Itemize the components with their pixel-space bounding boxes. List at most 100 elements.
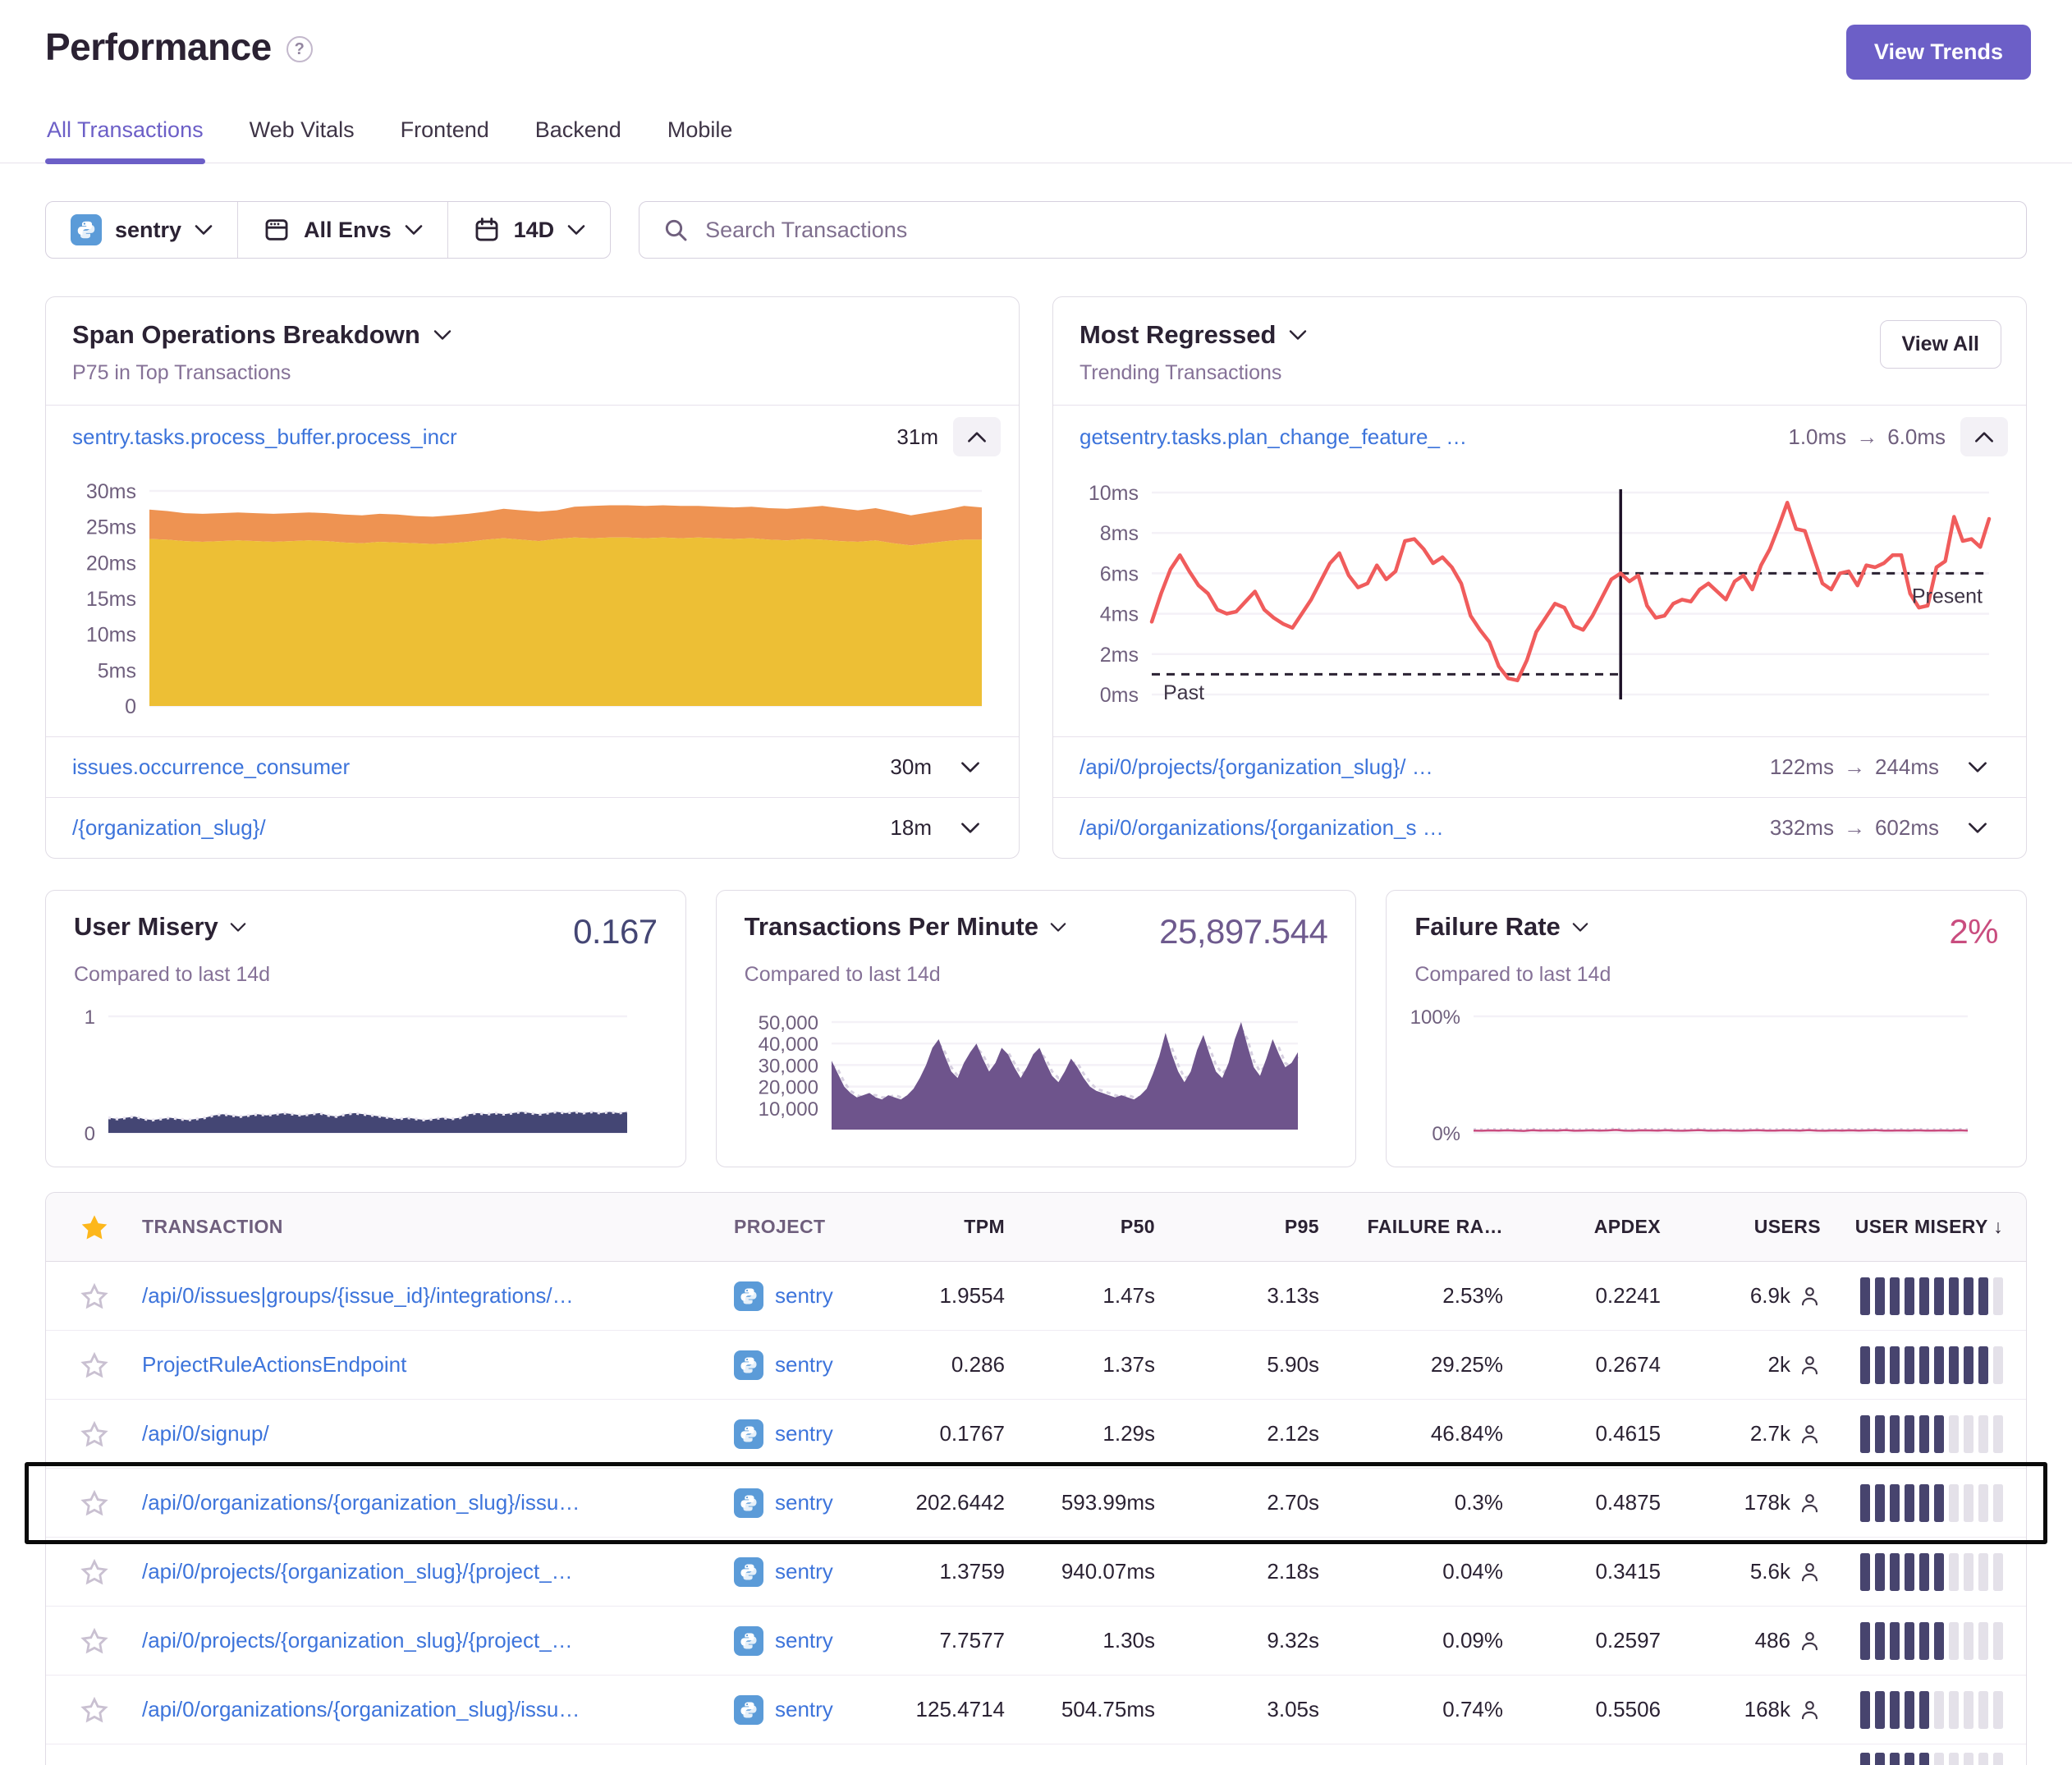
svg-text:10ms: 10ms xyxy=(1089,482,1139,505)
search-transactions-field[interactable] xyxy=(639,201,2027,259)
svg-text:0: 0 xyxy=(85,1123,95,1145)
table-row[interactable]: /api/0/projects/{organization_slug}/{pro… xyxy=(46,1607,2026,1676)
project-link[interactable]: sentry xyxy=(775,1697,833,1722)
star-outline-icon[interactable] xyxy=(80,1490,108,1516)
card-title: Most Regressed xyxy=(1080,320,1276,350)
table-row[interactable]: /api/0/projects/{organization_slug}/{pro… xyxy=(46,1538,2026,1607)
transaction-link[interactable]: /api/0/projects/{organization_slug}/ … xyxy=(1080,754,1433,780)
column-header-p50[interactable]: P50 xyxy=(1005,1216,1155,1238)
python-project-icon xyxy=(734,1695,763,1725)
transaction-link[interactable]: /api/0/organizations/{organization_s … xyxy=(1080,815,1444,841)
svg-text:100%: 100% xyxy=(1410,1006,1460,1029)
tab-backend[interactable]: Backend xyxy=(534,112,623,163)
svg-text:6ms: 6ms xyxy=(1100,562,1139,585)
tab-web-vitals[interactable]: Web Vitals xyxy=(248,112,356,163)
tab-mobile[interactable]: Mobile xyxy=(666,112,735,163)
column-header-users[interactable]: USERS xyxy=(1661,1216,1821,1238)
table-row[interactable]: ProjectRuleActionsEndpoint sentry 0.286 … xyxy=(46,1331,2026,1400)
span-ops-title-dropdown[interactable]: Span Operations Breakdown xyxy=(72,320,452,350)
chevron-up-icon xyxy=(1974,431,1994,443)
search-input[interactable] xyxy=(705,218,2003,243)
user-misery-dropdown[interactable]: User Misery xyxy=(74,912,246,942)
user-misery-bars xyxy=(1860,1553,2003,1591)
svg-text:2ms: 2ms xyxy=(1100,644,1139,667)
apdex-value: 0.4615 xyxy=(1503,1421,1661,1446)
expand-button[interactable] xyxy=(1954,748,2001,787)
column-header-tpm[interactable]: TPM xyxy=(898,1216,1005,1238)
tpm-dropdown[interactable]: Transactions Per Minute xyxy=(745,912,1066,942)
view-all-button[interactable]: View All xyxy=(1880,320,2001,369)
project-link[interactable]: sentry xyxy=(775,1628,833,1653)
star-outline-icon[interactable] xyxy=(80,1352,108,1378)
transaction-link[interactable]: /{organization_slug}/ xyxy=(72,815,266,841)
star-column-header[interactable] xyxy=(46,1214,142,1240)
collapse-button[interactable] xyxy=(953,417,1001,456)
star-outline-icon[interactable] xyxy=(80,1697,108,1723)
p50-value: 1.29s xyxy=(1005,1421,1155,1446)
column-header-p95[interactable]: P95 xyxy=(1155,1216,1319,1238)
transaction-link[interactable]: issues.occurrence_consumer xyxy=(72,754,350,780)
transaction-link[interactable]: /api/0/signup/ xyxy=(142,1421,269,1446)
users-count: 2k xyxy=(1768,1352,1790,1378)
card-title: Span Operations Breakdown xyxy=(72,320,420,350)
help-icon[interactable]: ? xyxy=(287,36,313,62)
view-trends-button[interactable]: View Trends xyxy=(1846,25,2031,80)
star-outline-icon[interactable] xyxy=(80,1559,108,1585)
svg-text:Present: Present xyxy=(1912,585,1983,607)
svg-text:8ms: 8ms xyxy=(1100,522,1139,545)
transaction-link[interactable]: /api/0/organizations/{organization_slug}… xyxy=(142,1490,580,1515)
table-row[interactable]: /api/0/organizations/{organization_slug}… xyxy=(46,1469,2026,1538)
project-link[interactable]: sentry xyxy=(775,1421,833,1446)
svg-text:30,000: 30,000 xyxy=(758,1055,818,1077)
project-selector[interactable]: sentry xyxy=(46,202,237,258)
most-regressed-card: Most Regressed Trending Transactions Vie… xyxy=(1052,296,2027,859)
transaction-link[interactable]: ProjectRuleActionsEndpoint xyxy=(142,1352,406,1377)
project-link[interactable]: sentry xyxy=(775,1559,833,1584)
expand-button[interactable] xyxy=(947,809,994,848)
table-row[interactable]: /api/0/signup/ sentry 0.1767 1.29s 2.12s… xyxy=(46,1400,2026,1469)
environment-selector[interactable]: All Envs xyxy=(237,202,447,258)
transaction-link[interactable]: /api/0/projects/{organization_slug}/{pro… xyxy=(142,1628,573,1653)
transaction-link[interactable]: /api/0/organizations/{organization_slug}… xyxy=(142,1697,580,1721)
users-count: 6.9k xyxy=(1750,1283,1790,1309)
column-header-transaction[interactable]: TRANSACTION xyxy=(142,1216,734,1238)
tab-all-transactions[interactable]: All Transactions xyxy=(45,112,205,163)
failure-rate-dropdown[interactable]: Failure Rate xyxy=(1414,912,1588,942)
transaction-link[interactable]: /api/0/issues|groups/{issue_id}/integrat… xyxy=(142,1283,574,1308)
most-regressed-title-dropdown[interactable]: Most Regressed xyxy=(1080,320,1307,350)
span-operations-card: Span Operations Breakdown P75 in Top Tra… xyxy=(45,296,1020,859)
chevron-down-icon xyxy=(1050,922,1066,933)
user-icon xyxy=(1799,1492,1821,1514)
p50-value: 1.37s xyxy=(1005,1352,1155,1378)
column-header-apdex[interactable]: APDEX xyxy=(1503,1216,1661,1238)
p95-value: 3.05s xyxy=(1155,1697,1319,1722)
expand-button[interactable] xyxy=(947,748,994,787)
failure-rate-value: 0.74% xyxy=(1319,1697,1503,1722)
column-header-user-misery[interactable]: USER MISERY ↓ xyxy=(1821,1216,2026,1238)
star-outline-icon[interactable] xyxy=(80,1421,108,1447)
failure-rate-card: Failure Rate 2% Compared to last 14d 100… xyxy=(1386,890,2027,1167)
transaction-link[interactable]: /api/0/projects/{organization_slug}/{pro… xyxy=(142,1559,573,1584)
table-row[interactable]: /api/0/issues|groups/{issue_id}/integrat… xyxy=(46,1262,2026,1331)
python-project-icon xyxy=(734,1350,763,1380)
collapse-button[interactable] xyxy=(1960,417,2008,456)
project-link[interactable]: sentry xyxy=(775,1352,833,1378)
table-row[interactable]: /api/0/organizations/{organization_slug}… xyxy=(46,1676,2026,1744)
transaction-link[interactable]: sentry.tasks.process_buffer.process_incr xyxy=(72,424,457,450)
column-header-project[interactable]: PROJECT xyxy=(734,1216,898,1238)
project-link[interactable]: sentry xyxy=(775,1490,833,1515)
star-outline-icon[interactable] xyxy=(80,1283,108,1309)
transaction-link[interactable]: getsentry.tasks.plan_change_feature_ … xyxy=(1080,424,1467,450)
svg-text:0ms: 0ms xyxy=(1100,684,1139,707)
star-outline-icon[interactable] xyxy=(80,1628,108,1654)
date-range-selector[interactable]: 14D xyxy=(447,202,611,258)
tpm-value: 202.6442 xyxy=(898,1490,1005,1515)
expand-button[interactable] xyxy=(1954,809,2001,848)
tab-frontend[interactable]: Frontend xyxy=(399,112,491,163)
tpm-value: 7.7577 xyxy=(898,1628,1005,1653)
table-row[interactable] xyxy=(46,1744,2026,1765)
project-link[interactable]: sentry xyxy=(775,1283,833,1309)
user-misery-bars xyxy=(1860,1753,2003,1765)
regression-range: 1.0ms → 6.0ms xyxy=(1788,424,1946,450)
column-header-failure-rate[interactable]: FAILURE RA… xyxy=(1319,1216,1503,1238)
